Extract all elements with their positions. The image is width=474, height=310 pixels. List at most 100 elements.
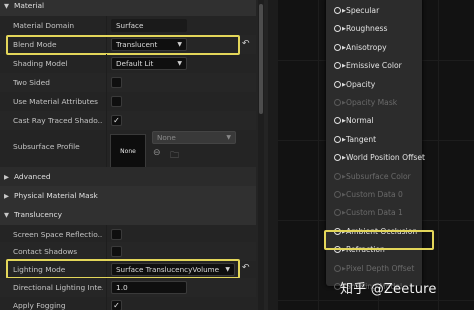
- pin-circle-icon[interactable]: [334, 62, 341, 70]
- material-domain-dropdown[interactable]: Surface: [111, 19, 187, 32]
- apply-fogging-label: Apply Fogging: [13, 301, 66, 310]
- pin-circle-icon[interactable]: [334, 172, 341, 180]
- pin-circle-icon[interactable]: [334, 25, 341, 33]
- shading-model-dropdown[interactable]: Default Lit ▼: [111, 57, 187, 70]
- pin-circle-icon[interactable]: [334, 117, 341, 125]
- pin-label: Pixel Depth Offset: [346, 263, 415, 273]
- section-material[interactable]: ▼ Material: [0, 0, 256, 16]
- pin-arrow-icon: ▶: [342, 100, 346, 106]
- pin-arrow-icon: ▶: [342, 118, 346, 125]
- pin-arrow-icon: ▶: [342, 81, 346, 88]
- pin-circle-icon[interactable]: [334, 43, 341, 51]
- section-translucency[interactable]: ▼ Translucency: [0, 205, 256, 225]
- node-pin[interactable]: ▶ Custom Data 1: [334, 204, 403, 222]
- scrollbar-thumb[interactable]: [259, 4, 263, 114]
- pin-label: Subsurface Color: [346, 171, 411, 181]
- section-translucency-label: Translucency: [14, 210, 62, 219]
- node-pin[interactable]: ▶ World Position Offset: [334, 149, 425, 167]
- row-use-material-attributes: Use Material Attributes: [0, 92, 256, 111]
- subsurface-profile-combo-value: None: [157, 133, 176, 142]
- row-directional-lighting-intensity: Directional Lighting Inte... 1.0: [0, 278, 256, 297]
- row-material-domain: Material Domain Surface: [0, 16, 256, 35]
- reset-arrow-icon[interactable]: ↶: [242, 39, 250, 49]
- screen-space-reflections-checkbox[interactable]: [111, 229, 122, 240]
- pin-arrow-icon: ▶: [342, 63, 346, 70]
- pin-circle-icon[interactable]: [334, 99, 341, 106]
- node-pin[interactable]: ▶ Custom Data 0: [334, 186, 403, 204]
- pin-label: Roughness: [346, 24, 388, 34]
- pin-arrow-icon: ▶: [342, 265, 346, 272]
- node-pin[interactable]: ▶ Opacity Mask: [334, 94, 397, 112]
- section-advanced[interactable]: ▶ Advanced: [0, 167, 256, 187]
- directional-lighting-intensity-label: Directional Lighting Inte...: [13, 283, 103, 292]
- chevron-down-icon: ▼: [226, 134, 231, 141]
- subsurface-profile-label: Subsurface Profile: [13, 142, 80, 151]
- expand-arrow-icon: ▼: [4, 211, 9, 219]
- reset-arrow-icon[interactable]: ↶: [242, 263, 250, 273]
- pin-circle-icon[interactable]: [334, 135, 341, 143]
- use-selected-icon[interactable]: ⊖: [153, 148, 161, 158]
- pin-arrow-icon: ▶: [342, 173, 346, 180]
- expand-arrow-icon: ▼: [4, 2, 9, 10]
- cast-ray-traced-shadows-checkbox[interactable]: ✓: [111, 115, 122, 126]
- pin-arrow-icon: ▶: [342, 26, 346, 33]
- node-pin[interactable]: ▶ Emissive Color: [334, 57, 402, 75]
- watermark: 知乎 @Zeeture: [340, 282, 437, 297]
- row-cast-ray-traced-shadows: Cast Ray Traced Shado... ✓: [0, 111, 256, 130]
- lighting-mode-highlight: [6, 259, 240, 279]
- pin-label: Normal: [346, 116, 374, 126]
- pin-arrow-icon: ▶: [342, 155, 346, 162]
- two-sided-checkbox[interactable]: [111, 77, 122, 88]
- node-pin[interactable]: ▶ Specular: [334, 2, 379, 20]
- subsurface-profile-dropdown[interactable]: None ▼: [152, 131, 236, 144]
- section-material-label: Material: [14, 1, 45, 10]
- subsurface-profile-thumbnail[interactable]: None: [110, 134, 146, 170]
- material-domain-value: Surface: [116, 21, 144, 30]
- section-physical-material-mask-label: Physical Material Mask: [14, 191, 98, 200]
- section-physical-material-mask[interactable]: ▶ Physical Material Mask: [0, 186, 256, 206]
- pin-arrow-icon: ▶: [342, 8, 346, 14]
- pin-circle-icon[interactable]: [334, 80, 341, 88]
- pin-label: Emissive Color: [346, 61, 402, 71]
- row-shading-model: Shading Model Default Lit ▼: [0, 54, 256, 73]
- node-pin[interactable]: ▶ Subsurface Color: [334, 168, 411, 186]
- cast-ray-traced-shadows-label: Cast Ray Traced Shado...: [13, 116, 103, 125]
- pin-circle-icon[interactable]: [334, 209, 341, 217]
- node-pin[interactable]: ▶ Normal: [334, 112, 373, 130]
- pin-label: Custom Data 1: [346, 208, 403, 218]
- section-advanced-label: Advanced: [14, 172, 51, 181]
- pin-circle-icon[interactable]: [334, 264, 341, 272]
- pin-arrow-icon: ▶: [342, 210, 346, 217]
- node-pin[interactable]: ▶ Pixel Depth Offset: [334, 260, 414, 278]
- pin-circle-icon[interactable]: [334, 191, 341, 198]
- node-pin[interactable]: ▶ Opacity: [334, 76, 375, 94]
- row-two-sided: Two Sided: [0, 73, 256, 92]
- contact-shadows-checkbox[interactable]: [111, 246, 122, 257]
- browse-folder-icon[interactable]: 🗀: [170, 148, 179, 164]
- expand-arrow-icon: ▶: [4, 173, 9, 181]
- node-pin[interactable]: ▶ Tangent: [334, 131, 376, 149]
- pin-label: Opacity Mask: [346, 98, 398, 107]
- node-pin[interactable]: ▶ Roughness: [334, 20, 387, 38]
- pin-label: Specular: [346, 6, 380, 15]
- chevron-down-icon: ▼: [177, 60, 182, 67]
- pin-arrow-icon: ▶: [342, 192, 346, 198]
- node-pin[interactable]: ▶ Anisotropy: [334, 39, 387, 57]
- directional-lighting-intensity-input[interactable]: 1.0: [111, 281, 187, 294]
- pin-circle-icon[interactable]: [334, 7, 341, 14]
- use-material-attributes-label: Use Material Attributes: [13, 97, 99, 106]
- refraction-highlight: [324, 230, 434, 250]
- details-panel: ▼ Material Material Domain Surface Blend…: [0, 0, 268, 310]
- subsurface-profile-texture-label: None: [120, 148, 136, 155]
- use-material-attributes-checkbox[interactable]: [111, 96, 122, 107]
- pin-arrow-icon: ▶: [342, 44, 346, 51]
- material-domain-label: Material Domain: [13, 21, 75, 30]
- pin-label: Opacity: [346, 79, 376, 89]
- shading-model-label: Shading Model: [13, 59, 68, 68]
- pin-circle-icon[interactable]: [334, 154, 341, 162]
- two-sided-label: Two Sided: [13, 78, 50, 87]
- pin-label: Anisotropy: [346, 42, 387, 52]
- pin-label: World Position Offset: [346, 153, 425, 163]
- apply-fogging-checkbox[interactable]: ✓: [111, 300, 122, 310]
- shading-model-value: Default Lit: [116, 59, 154, 68]
